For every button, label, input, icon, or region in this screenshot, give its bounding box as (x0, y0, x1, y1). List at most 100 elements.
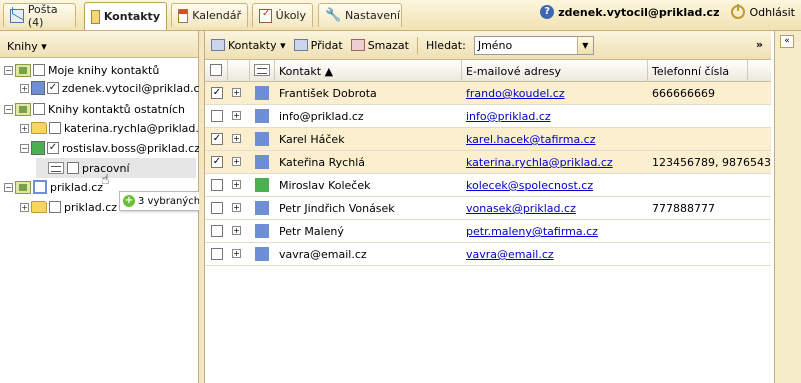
type-column[interactable] (250, 60, 275, 82)
checkbox[interactable] (67, 162, 79, 174)
email-link[interactable]: vonasek@priklad.cz (466, 202, 576, 215)
expand-icon[interactable]: + (232, 226, 241, 235)
logout-button[interactable]: Odhlásit (731, 4, 795, 19)
table-row[interactable]: + Miroslav Koleček kolecek@spolecnost.cz (205, 174, 771, 197)
expand-icon[interactable]: + (232, 249, 241, 258)
checkbox[interactable]: ✓ (47, 82, 59, 94)
email-link[interactable]: frando@koudel.cz (466, 87, 565, 100)
more-button[interactable]: » (756, 38, 763, 51)
tree-item-group[interactable]: pracovní (36, 158, 196, 178)
column-header-email[interactable]: E-mailové adresy (462, 60, 648, 82)
expand-icon[interactable]: + (20, 202, 29, 212)
help-icon[interactable]: ? (540, 5, 555, 19)
tab-calendar[interactable]: Kalendář (171, 3, 248, 27)
expand-panel-button[interactable]: « (780, 35, 794, 48)
expand-icon[interactable]: + (20, 83, 29, 93)
row-checkbox[interactable]: ✓ (211, 87, 223, 99)
checkbox[interactable] (33, 103, 45, 115)
add-contact-icon (293, 39, 308, 51)
contact-name: vavra@email.cz (279, 248, 367, 261)
tree-item-label: Moje knihy kontaktů (48, 63, 160, 77)
expand-icon[interactable]: + (232, 203, 241, 212)
collapse-icon[interactable]: − (4, 65, 13, 75)
power-icon (731, 4, 746, 19)
search-field-select[interactable]: Jméno ▼ (473, 35, 594, 55)
table-row[interactable]: + vavra@email.cz vavra@email.cz (205, 243, 771, 266)
book-icon (15, 63, 31, 77)
select-all-checkbox[interactable] (210, 64, 222, 76)
expand-icon[interactable]: + (232, 88, 241, 97)
contact-color-swatch (255, 109, 269, 123)
contact-email: kolecek@spolecnost.cz (466, 174, 646, 197)
color-swatch (31, 141, 45, 155)
row-checkbox[interactable]: ✓ (211, 156, 223, 168)
tree-item-katerina[interactable]: + katerina.rychla@priklad.cz (20, 118, 211, 138)
expand-icon[interactable]: + (232, 134, 241, 143)
tree-item-rostislav[interactable]: − ✓ rostislav.boss@priklad.cz (20, 138, 200, 158)
contacts-icon (91, 9, 100, 24)
table-row[interactable]: + Petr Jindřich Vonásek vonasek@priklad.cz… (205, 197, 771, 220)
row-checkbox[interactable] (211, 248, 223, 260)
tab-tasks[interactable]: Úkoly (252, 3, 313, 27)
checkbox[interactable] (33, 64, 45, 76)
email-link[interactable]: katerina.rychla@priklad.cz (466, 156, 613, 169)
contact-name: František Dobrota (279, 87, 377, 100)
row-checkbox[interactable] (211, 110, 223, 122)
contacts-menu-button[interactable]: Kontakty ▾ (211, 39, 286, 52)
tree-item-own-book[interactable]: + ✓ zdenek.vytocil@priklad.cz (20, 78, 205, 98)
tree-item-my-books[interactable]: − Moje knihy kontaktů (4, 60, 159, 80)
contact-email: katerina.rychla@priklad.cz (466, 151, 646, 174)
contact-phone (652, 128, 770, 151)
tree-item-label: rostislav.boss@priklad.cz (62, 141, 200, 155)
expand-icon[interactable]: + (232, 111, 241, 120)
contact-name: Karel Háček (279, 133, 345, 146)
checkbox[interactable] (49, 122, 61, 134)
collapse-icon[interactable]: − (20, 143, 29, 153)
contact-email: petr.maleny@tafirma.cz (466, 220, 646, 243)
tree-item-domain[interactable]: + priklad.cz (20, 197, 117, 217)
contacts-icon (211, 39, 225, 51)
email-link[interactable]: kolecek@spolecnost.cz (466, 179, 593, 192)
collapse-icon[interactable]: − (4, 104, 13, 114)
expand-icon[interactable]: + (232, 157, 241, 166)
email-link[interactable]: petr.maleny@tafirma.cz (466, 225, 598, 238)
toolbar-separator (416, 36, 418, 54)
expand-icon[interactable]: + (20, 123, 29, 133)
contact-color-swatch (255, 247, 269, 261)
column-header-phone[interactable]: Telefonní čísla (648, 60, 748, 82)
table-row[interactable]: ✓ + Kateřina Rychlá katerina.rychla@priklad… (205, 151, 771, 174)
collapse-icon[interactable]: − (4, 182, 13, 192)
row-checkbox[interactable] (211, 225, 223, 237)
tab-contacts[interactable]: Kontakty (84, 2, 167, 30)
table-row[interactable]: ✓ + František Dobrota frando@koudel.cz 66666… (205, 82, 771, 105)
tree-item-others-books[interactable]: − Knihy kontaktů ostatních (4, 99, 185, 119)
table-row[interactable]: + info@priklad.cz info@priklad.cz (205, 105, 771, 128)
tab-settings[interactable]: 🔧 Nastavení (318, 3, 402, 27)
contact-phone: 666666669 (652, 87, 715, 100)
tree-item-domain-books[interactable]: − priklad.cz (4, 177, 103, 197)
row-checkbox[interactable] (211, 202, 223, 214)
search-field-value: Jméno (477, 38, 513, 52)
chevron-down-icon[interactable]: ▼ (576, 36, 593, 54)
contact-color-swatch (255, 224, 269, 238)
expand-icon[interactable]: + (232, 180, 241, 189)
contact-email: info@priklad.cz (466, 105, 646, 128)
add-label: Přidat (310, 38, 343, 52)
table-row[interactable]: ✓ + Karel Háček karel.hacek@tafirma.cz (205, 128, 771, 151)
group-icon (48, 162, 64, 174)
email-link[interactable]: info@priklad.cz (466, 110, 551, 123)
tab-mail[interactable]: Pošta (4) (3, 2, 76, 29)
checkbox[interactable] (49, 201, 61, 213)
column-header-contact[interactable]: Kontakt ▲ (275, 60, 462, 82)
table-row[interactable]: + Petr Malený petr.maleny@tafirma.cz (205, 220, 771, 243)
email-link[interactable]: karel.hacek@tafirma.cz (466, 133, 596, 146)
checkbox[interactable]: ✓ (47, 142, 59, 154)
delete-button[interactable]: Smazat (350, 39, 409, 52)
checkbox[interactable] (33, 180, 47, 194)
add-button[interactable]: Přidat (293, 38, 343, 52)
tab-mail-label: Pošta (4) (27, 2, 58, 29)
email-link[interactable]: vavra@email.cz (466, 248, 554, 261)
row-checkbox[interactable]: ✓ (211, 133, 223, 145)
row-checkbox[interactable] (211, 179, 223, 191)
books-menu-button[interactable]: Knihy ▾ (0, 31, 198, 58)
